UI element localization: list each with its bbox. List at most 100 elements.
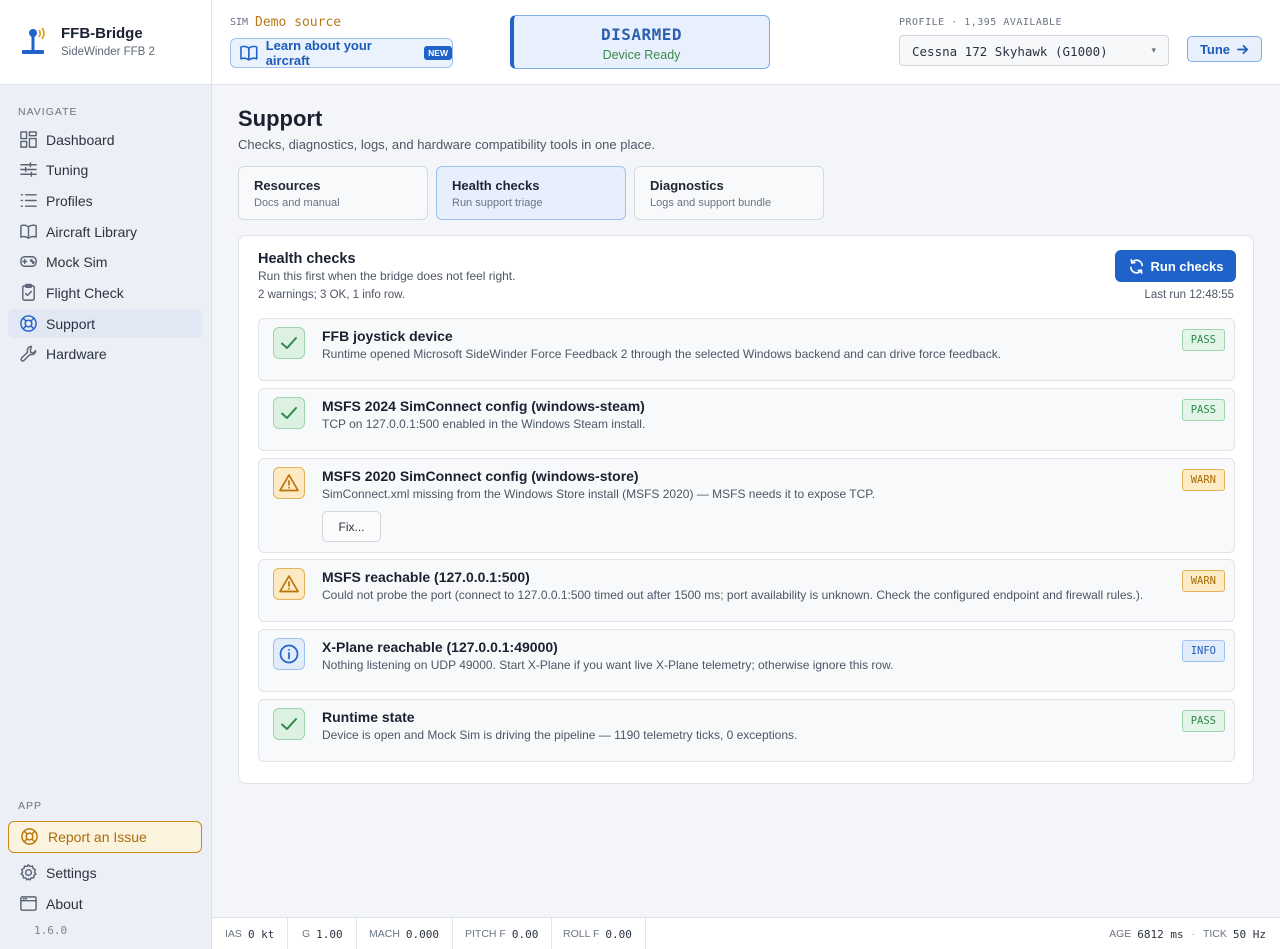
check-title: MSFS 2020 SimConnect config (windows-sto…	[322, 468, 639, 484]
last-run-time: Last run 12:48:55	[1144, 289, 1234, 301]
health-check-row: MSFS reachable (127.0.0.1:500) Could not…	[258, 559, 1235, 622]
health-check-row: MSFS 2020 SimConnect config (windows-sto…	[258, 458, 1235, 553]
top-bar: SIM Demo source Learn about your aircraf…	[212, 0, 1280, 85]
page-subtitle: Checks, diagnostics, logs, and hardware …	[238, 137, 655, 152]
new-badge: NEW	[424, 46, 452, 60]
tab-subtitle: Logs and support bundle	[650, 197, 772, 209]
roll-force-readout: ROLL F 0.00	[550, 918, 646, 949]
status-badge: WARN	[1181, 570, 1225, 592]
tab-resources[interactable]: Resources Docs and manual	[238, 166, 428, 220]
book-icon	[240, 45, 258, 61]
sidebar-item-hardware[interactable]: Hardware	[8, 339, 202, 368]
status-badge: PASS	[1181, 399, 1225, 421]
tick-value: 50 Hz	[1232, 927, 1266, 941]
check-description: Device is open and Mock Sim is driving t…	[322, 728, 798, 742]
device-status: Device Ready	[602, 48, 681, 62]
book-icon	[18, 222, 38, 242]
profile-label: PROFILE · 1,395 AVAILABLE	[899, 17, 1063, 28]
clipboard-check-icon	[18, 283, 38, 303]
sidebar-item-about[interactable]: About	[8, 889, 202, 918]
g-readout: G 1.00	[289, 918, 357, 949]
warning-icon	[273, 568, 305, 600]
check-description: Nothing listening on UDP 49000. Start X-…	[322, 658, 894, 672]
check-description: TCP on 127.0.0.1:500 enabled in the Wind…	[322, 417, 646, 431]
tune-label: Tune	[1199, 41, 1231, 57]
ias-label: IAS	[225, 928, 242, 940]
check-icon	[273, 708, 305, 740]
sim-source-value: Demo source	[255, 15, 342, 30]
health-check-row: FFB joystick device Runtime opened Micro…	[258, 318, 1235, 381]
sidebar-item-label: About	[46, 895, 83, 912]
list-icon	[18, 191, 38, 211]
profile-select[interactable]: Cessna 172 Skyhawk (G1000) ▾	[899, 35, 1169, 66]
sidebar-item-label: Tuning	[46, 161, 89, 178]
report-issue-button[interactable]: Report an Issue	[8, 821, 202, 853]
sidebar-item-mock-sim[interactable]: Mock Sim	[8, 247, 202, 276]
ias-readout: IAS 0 kt	[212, 918, 289, 949]
health-check-row: X-Plane reachable (127.0.0.1:49000) Noth…	[258, 629, 1235, 692]
sidebar-item-aircraft-library[interactable]: Aircraft Library	[8, 217, 202, 246]
pitch-force-value: 0.00	[511, 927, 539, 941]
g-label: G	[302, 928, 311, 940]
tune-button[interactable]: Tune	[1187, 36, 1262, 62]
check-title: MSFS 2024 SimConnect config (windows-ste…	[322, 398, 645, 414]
app-version: 1.6.0	[34, 924, 68, 937]
check-title: Runtime state	[322, 709, 415, 725]
sidebar: FFB-Bridge SideWinder FFB 2 NAVIGATE Das…	[0, 0, 212, 949]
lifebuoy-icon	[20, 827, 40, 847]
check-description: Runtime opened Microsoft SideWinder Forc…	[322, 347, 1002, 361]
check-title: FFB joystick device	[322, 328, 453, 344]
tab-health-checks[interactable]: Health checks Run support triage	[436, 166, 626, 220]
run-checks-button[interactable]: Run checks	[1115, 250, 1236, 282]
check-description: SimConnect.xml missing from the Windows …	[322, 487, 876, 501]
roll-force-value: 0.00	[605, 927, 632, 941]
health-check-row: Runtime state Device is open and Mock Si…	[258, 699, 1235, 762]
mach-label: MACH	[369, 928, 400, 940]
sidebar-item-profiles[interactable]: Profiles	[8, 186, 202, 215]
status-badge: INFO	[1181, 640, 1225, 662]
status-bar: IAS 0 kt G 1.00 MACH 0.000 PITCH F 0.00 …	[212, 917, 1280, 949]
check-title: X-Plane reachable (127.0.0.1:49000)	[322, 639, 558, 655]
tab-subtitle: Docs and manual	[254, 197, 340, 209]
sim-label: SIM	[230, 17, 249, 28]
status-badge: PASS	[1181, 710, 1225, 732]
status-badge: PASS	[1181, 329, 1225, 351]
sidebar-item-tuning[interactable]: Tuning	[8, 155, 202, 184]
arm-status-panel[interactable]: DISARMED Device Ready	[510, 15, 770, 69]
dashboard-icon	[18, 130, 38, 150]
sidebar-item-settings[interactable]: Settings	[8, 858, 202, 887]
sidebar-item-dashboard[interactable]: Dashboard	[8, 125, 202, 154]
tab-title: Resources	[254, 178, 321, 193]
sidebar-item-flight-check[interactable]: Flight Check	[8, 278, 202, 307]
navigate-section-label: NAVIGATE	[18, 106, 78, 118]
ias-value: 0 kt	[247, 927, 275, 941]
arm-status: DISARMED	[600, 25, 683, 44]
sidebar-item-label: Support	[46, 315, 96, 332]
pitch-force-label: PITCH F	[465, 928, 506, 940]
g-value: 1.00	[316, 927, 343, 941]
separator: ·	[1191, 928, 1195, 940]
learn-aircraft-label: Learn about your aircraft	[265, 38, 372, 68]
telemetry-stats: AGE 6812 ms · TICK 50 Hz	[1109, 918, 1266, 949]
brand: FFB-Bridge SideWinder FFB 2	[0, 0, 211, 85]
check-icon	[273, 327, 305, 359]
sidebar-item-support[interactable]: Support	[8, 309, 202, 338]
refresh-icon	[1129, 258, 1143, 274]
sidebar-item-label: Hardware	[46, 345, 107, 362]
tab-diagnostics[interactable]: Diagnostics Logs and support bundle	[634, 166, 824, 220]
lifebuoy-icon	[18, 314, 38, 334]
sidebar-item-label: Flight Check	[46, 284, 124, 301]
sidebar-item-label: Mock Sim	[46, 253, 108, 270]
status-badge: WARN	[1181, 469, 1225, 491]
chevron-down-icon: ▾	[1151, 45, 1156, 55]
fix-button[interactable]: Fix...	[322, 511, 381, 542]
mach-readout: MACH 0.000	[356, 918, 454, 949]
roll-force-label: ROLL F	[563, 928, 600, 940]
app-section-label: APP	[18, 800, 43, 812]
sidebar-item-label: Settings	[46, 864, 97, 881]
device-name: SideWinder FFB 2	[61, 46, 155, 58]
window-icon	[18, 894, 38, 914]
gamepad-icon	[18, 252, 38, 272]
learn-aircraft-button[interactable]: Learn about your aircraft NEW	[230, 38, 453, 68]
wrench-icon	[18, 344, 38, 364]
